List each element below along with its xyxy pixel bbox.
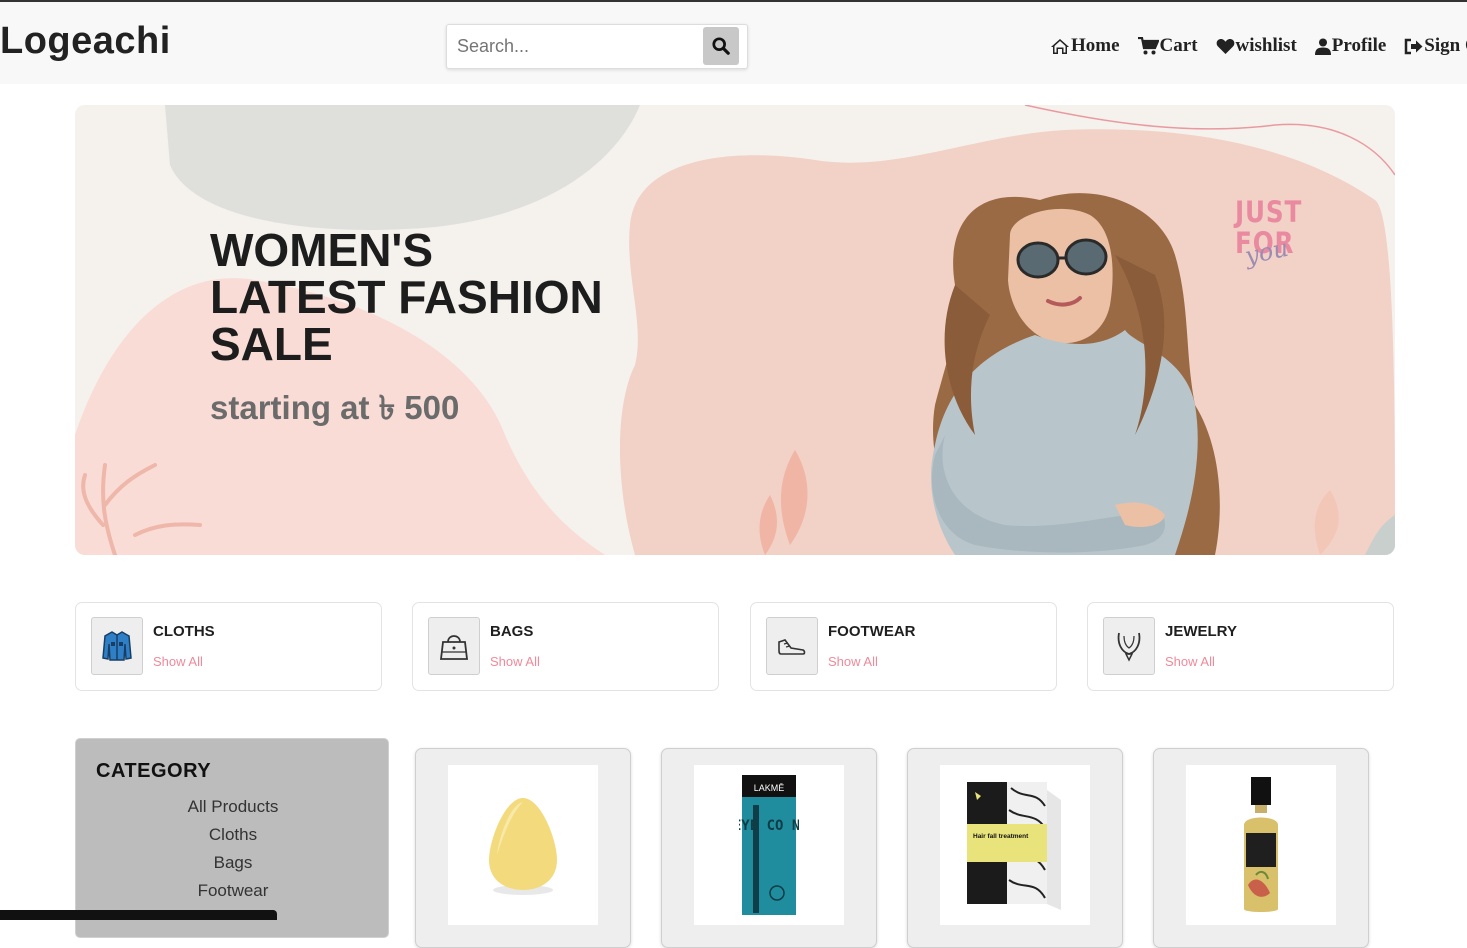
- product-brand-text: LAKMĒ: [754, 783, 785, 793]
- lakme-eyeconic-kajal-image: LAKMĒ EYE CO NIC: [739, 775, 799, 915]
- category-icon-box: [428, 617, 480, 675]
- product-name-text: EYE CO NIC: [739, 818, 799, 834]
- user-icon: [1314, 38, 1331, 55]
- sidebar-category-list: All Products Cloths Bags Footwear: [76, 796, 390, 908]
- sidebar-item-all-products[interactable]: All Products: [76, 796, 390, 824]
- product-card-kajal[interactable]: LAKMĒ EYE CO NIC: [661, 748, 877, 948]
- nav-cart-link[interactable]: Cart: [1137, 33, 1198, 59]
- hero-title-line1: WOMEN'S: [210, 224, 434, 276]
- category-name: CLOTHS: [153, 623, 215, 640]
- sidebar-item-footwear[interactable]: Footwear: [76, 880, 390, 908]
- show-all-link[interactable]: Show All: [153, 654, 203, 669]
- search-bar: [446, 24, 748, 69]
- hero-title: WOMEN'S LATEST FASHION SALE: [210, 227, 650, 368]
- nav-links: Home Cart wishlist Profile Sign: [1050, 33, 1467, 59]
- brand-logo[interactable]: Logeachi: [0, 20, 171, 63]
- nav-cart-label: Cart: [1159, 35, 1198, 56]
- category-card-bags[interactable]: BAGS Show All: [412, 602, 719, 691]
- product-image: Hair fall treatment: [940, 765, 1090, 925]
- nav-signout-link[interactable]: Sign Ou: [1404, 33, 1467, 59]
- nav-wishlist-link[interactable]: wishlist: [1216, 33, 1297, 59]
- category-card-footwear[interactable]: FOOTWEAR Show All: [750, 602, 1057, 691]
- hair-fall-treatment-box-image: Hair fall treatment: [967, 782, 1061, 910]
- product-image: [448, 765, 598, 925]
- necklace-icon: [1117, 632, 1141, 662]
- product-card-hair-oil[interactable]: [1153, 748, 1369, 948]
- category-cards: CLOTHS Show All BAGS Show All FOOTWEAR S…: [75, 602, 1395, 691]
- nav-profile-link[interactable]: Profile: [1314, 33, 1387, 59]
- status-bar-tooltip: [0, 910, 277, 920]
- product-image: LAKMĒ EYE CO NIC: [694, 765, 844, 925]
- search-input[interactable]: [448, 26, 703, 67]
- product-card-sponge[interactable]: [415, 748, 631, 948]
- hair-oil-bottle-image: [1244, 777, 1278, 912]
- nav-home-label: Home: [1071, 35, 1120, 56]
- sidebar-title: CATEGORY: [96, 760, 212, 782]
- product-card-hair-treatment[interactable]: Hair fall treatment: [907, 748, 1123, 948]
- home-icon: [1051, 38, 1069, 54]
- category-name: BAGS: [490, 623, 534, 640]
- product-image: [1186, 765, 1336, 925]
- cart-icon: [1137, 37, 1159, 55]
- product-name-text: Hair fall treatment: [973, 833, 1029, 840]
- shoe-icon: [778, 639, 806, 655]
- sign-out-icon: [1405, 38, 1423, 54]
- nav-signout-label: Sign Ou: [1424, 35, 1467, 56]
- category-card-jewelry[interactable]: JEWELRY Show All: [1087, 602, 1394, 691]
- search-button[interactable]: [703, 27, 739, 65]
- category-icon-box: [91, 617, 143, 675]
- nav-wishlist-label: wishlist: [1235, 35, 1297, 56]
- category-card-cloths[interactable]: CLOTHS Show All: [75, 602, 382, 691]
- hero-banner[interactable]: WOMEN'S LATEST FASHION SALE starting at …: [75, 105, 1395, 555]
- heart-icon: [1216, 38, 1234, 54]
- category-icon-box: [766, 617, 818, 675]
- search-icon: [712, 37, 730, 55]
- badge-just: JUST: [1235, 195, 1303, 229]
- hero-title-line2: LATEST FASHION: [210, 271, 603, 323]
- makeup-sponge-image: [489, 798, 557, 895]
- category-name: FOOTWEAR: [828, 623, 916, 640]
- category-sidebar: CATEGORY All Products Cloths Bags Footwe…: [75, 738, 389, 938]
- show-all-link[interactable]: Show All: [828, 654, 878, 669]
- hero-subtitle: starting at ৳ 500: [210, 389, 460, 426]
- hero-title-line3: SALE: [210, 318, 333, 370]
- sidebar-item-bags[interactable]: Bags: [76, 852, 390, 880]
- show-all-link[interactable]: Show All: [1165, 654, 1215, 669]
- navbar: Logeachi Home Cart: [0, 2, 1467, 84]
- sidebar-item-cloths[interactable]: Cloths: [76, 824, 390, 852]
- show-all-link[interactable]: Show All: [490, 654, 540, 669]
- category-icon-box: [1103, 617, 1155, 675]
- nav-home-link[interactable]: Home: [1050, 33, 1120, 59]
- nav-profile-label: Profile: [1331, 35, 1387, 56]
- handbag-icon: [439, 635, 469, 660]
- category-name: JEWELRY: [1165, 623, 1237, 640]
- jacket-icon: [102, 631, 132, 661]
